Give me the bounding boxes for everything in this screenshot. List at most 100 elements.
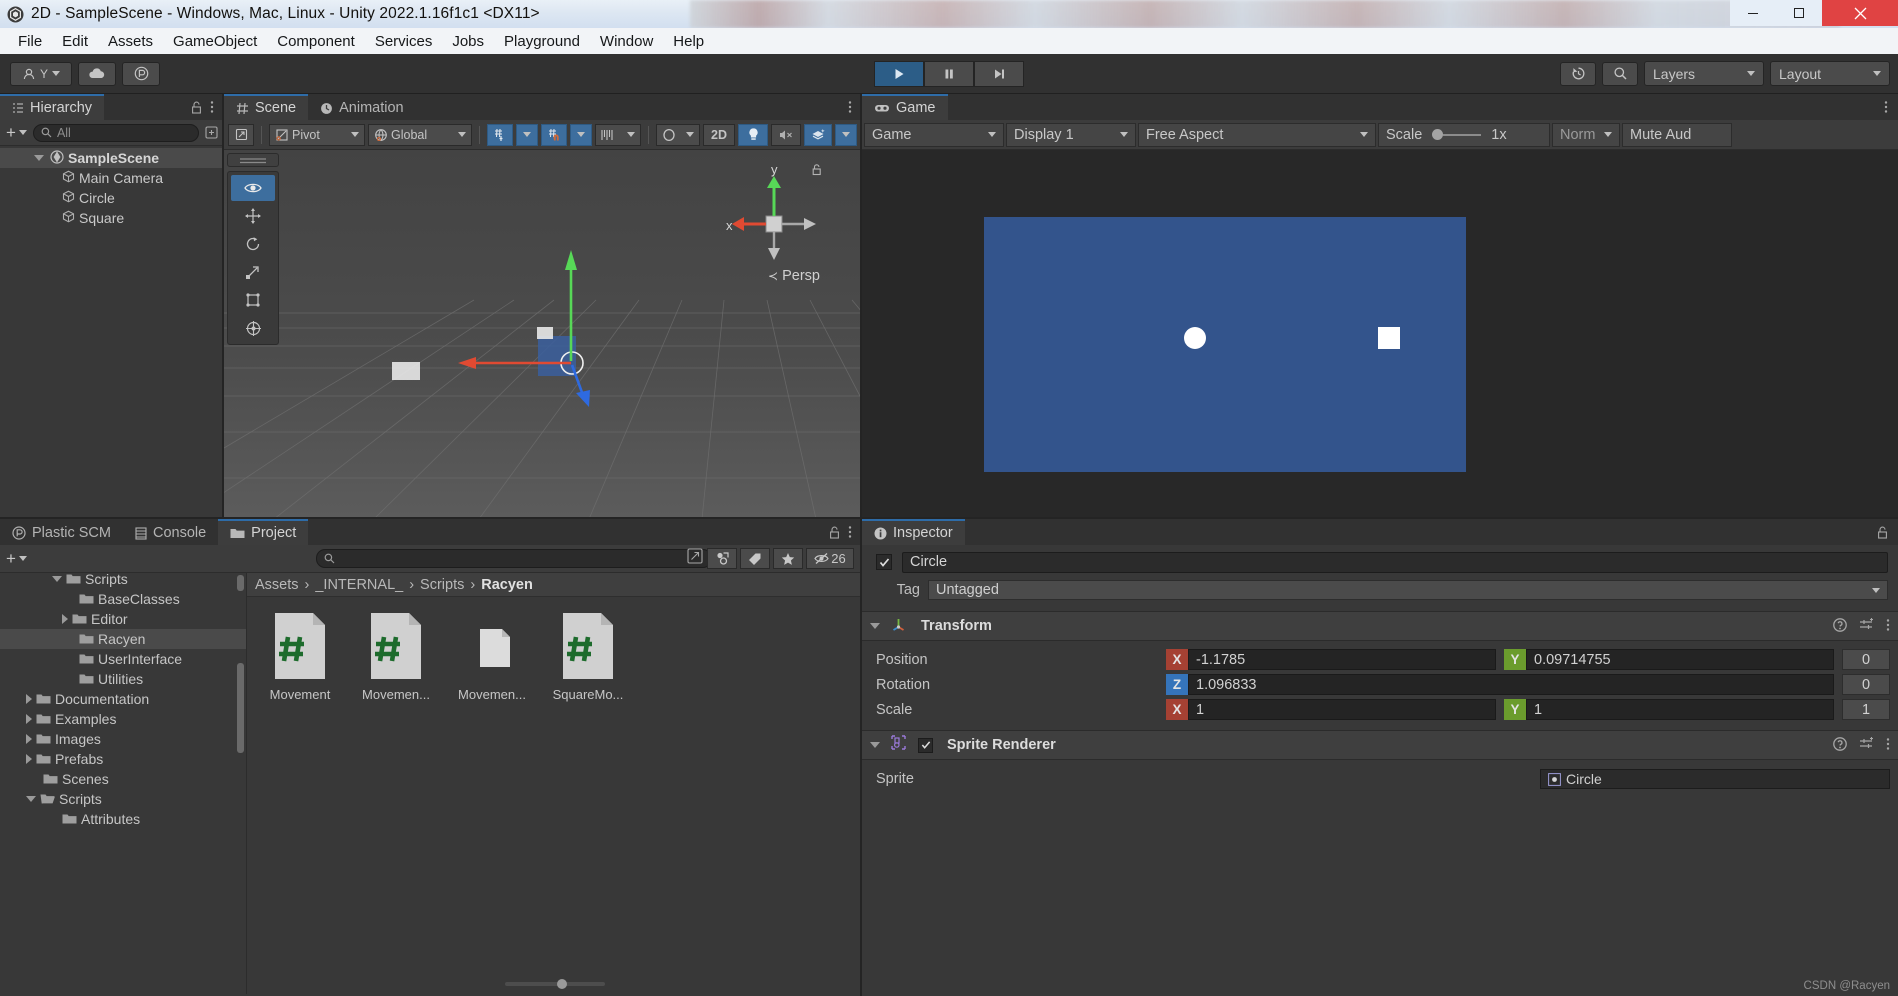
window-maximize-button[interactable]: [1776, 0, 1822, 26]
layers-dropdown[interactable]: Layers: [1644, 61, 1764, 86]
account-dropdown[interactable]: Y: [10, 61, 72, 86]
tree-item-prefabs[interactable]: Prefabs: [0, 749, 246, 769]
component-header-sprite-renderer[interactable]: Sprite Renderer: [862, 730, 1898, 760]
hierarchy-item-samplescene[interactable]: SampleScene: [0, 148, 224, 168]
tree-item-baseclasses[interactable]: BaseClasses: [0, 589, 246, 609]
project-menu-icon[interactable]: [848, 525, 852, 539]
menu-file[interactable]: File: [8, 31, 52, 52]
rotation-extra-input[interactable]: 0: [1842, 674, 1890, 695]
game-mute-audio-toggle[interactable]: Mute Aud: [1622, 122, 1732, 147]
transform-tool-button[interactable]: [231, 315, 275, 341]
scene-menu-icon[interactable]: [848, 100, 852, 114]
object-enabled-checkbox[interactable]: [876, 554, 892, 570]
scale-slider-track[interactable]: [1432, 129, 1482, 140]
tab-console[interactable]: Console: [123, 519, 218, 545]
filter-by-type-button[interactable]: [707, 548, 737, 569]
scale-x-input[interactable]: 1: [1188, 699, 1496, 720]
chevron-down-icon[interactable]: [34, 155, 44, 161]
position-y-input[interactable]: 0.09714755: [1526, 649, 1834, 670]
scene-viewport[interactable]: y x ≺ Persp: [224, 150, 862, 519]
chevron-right-icon[interactable]: [26, 694, 32, 704]
tab-plastic-scm[interactable]: Plastic SCM: [0, 519, 123, 545]
preset-icon[interactable]: [1859, 617, 1874, 635]
pivot-dropdown[interactable]: Pivot: [269, 123, 365, 146]
scene-perspective-label[interactable]: ≺ Persp: [768, 268, 820, 284]
chevron-down-icon[interactable]: [52, 576, 62, 582]
chevron-right-icon[interactable]: [26, 734, 32, 744]
tree-item-editor[interactable]: Editor: [0, 609, 246, 629]
scene-fx-dropdown[interactable]: [835, 123, 857, 146]
preset-icon[interactable]: [1859, 736, 1874, 754]
filter-by-label-button[interactable]: [740, 548, 770, 569]
menu-playground[interactable]: Playground: [494, 31, 590, 52]
hierarchy-item-main-camera[interactable]: Main Camera: [0, 168, 224, 188]
chevron-right-icon[interactable]: [26, 754, 32, 764]
chevron-right-icon[interactable]: [26, 714, 32, 724]
tree-scrollbar-up[interactable]: [237, 575, 244, 591]
tree-item-examples[interactable]: Examples: [0, 709, 246, 729]
position-z-input[interactable]: 0: [1842, 649, 1890, 670]
game-display-dropdown[interactable]: Display 1: [1006, 122, 1136, 147]
tree-item-scenes[interactable]: Scenes: [0, 769, 246, 789]
component-header-transform[interactable]: Transform: [862, 611, 1898, 641]
tree-item-documentation[interactable]: Documentation: [0, 689, 246, 709]
scene-lighting-toggle[interactable]: [738, 123, 768, 146]
play-button[interactable]: [874, 60, 924, 87]
asset-zoom-slider[interactable]: [504, 979, 605, 989]
hierarchy-menu-icon[interactable]: [210, 100, 214, 114]
scene-tools-handle[interactable]: [227, 153, 279, 167]
asset-item[interactable]: Movemen...: [451, 611, 533, 702]
2d-toggle[interactable]: 2D: [703, 123, 735, 146]
game-aspect-dropdown[interactable]: Free Aspect: [1138, 122, 1376, 147]
tag-dropdown[interactable]: Untagged: [928, 580, 1888, 600]
tree-item-attributes[interactable]: Attributes: [0, 809, 246, 829]
splitter-hierarchy-scene[interactable]: [222, 94, 224, 519]
sprite-object-field[interactable]: Circle: [1540, 769, 1890, 789]
tree-item-scripts[interactable]: Scripts: [0, 789, 246, 809]
help-icon[interactable]: [1833, 617, 1847, 635]
game-menu-icon[interactable]: [1884, 100, 1888, 114]
cloud-button[interactable]: [78, 61, 116, 86]
hidden-assets-count[interactable]: 26: [806, 548, 854, 569]
asset-zoom-knob[interactable]: [556, 979, 567, 989]
view-tool-button[interactable]: [231, 175, 275, 201]
splitter-center-right[interactable]: [860, 94, 862, 996]
tree-item-images[interactable]: Images: [0, 729, 246, 749]
window-close-button[interactable]: [1822, 0, 1898, 26]
game-viewport[interactable]: [862, 150, 1898, 519]
sprite-renderer-enabled-checkbox[interactable]: [918, 737, 933, 753]
breadcrumb-assets[interactable]: Assets: [255, 577, 299, 593]
lock-icon[interactable]: [829, 526, 840, 539]
chevron-down-icon[interactable]: [26, 796, 36, 802]
scale-tool-button[interactable]: [231, 259, 275, 285]
tab-animation[interactable]: Animation: [308, 94, 415, 120]
asset-item[interactable]: SquareMo...: [547, 611, 629, 702]
component-menu-icon[interactable]: [1886, 737, 1890, 754]
game-scale-slider[interactable]: Scale 1x: [1378, 122, 1550, 147]
menu-assets[interactable]: Assets: [98, 31, 163, 52]
scene-fx-toggle[interactable]: [804, 123, 832, 146]
tab-project[interactable]: Project: [218, 519, 309, 545]
hierarchy-search-input[interactable]: All: [32, 123, 199, 142]
scene-expand-button[interactable]: [228, 123, 254, 146]
menu-help[interactable]: Help: [663, 31, 714, 52]
menu-gameobject[interactable]: GameObject: [163, 31, 267, 52]
hierarchy-item-square[interactable]: Square: [0, 208, 224, 228]
search-icon-button[interactable]: [1602, 61, 1638, 86]
magnet-snap-dropdown[interactable]: [570, 123, 592, 146]
lock-icon[interactable]: [191, 101, 202, 114]
hierarchy-item-circle[interactable]: Circle: [0, 188, 224, 208]
game-vsync-dropdown[interactable]: Norma: [1552, 122, 1620, 147]
tree-item-racyen[interactable]: Racyen: [0, 629, 246, 649]
scale-z-input[interactable]: 1: [1842, 699, 1890, 720]
tab-scene[interactable]: Scene: [224, 94, 309, 120]
lock-icon[interactable]: [1877, 526, 1888, 539]
hierarchy-filter-icon[interactable]: [205, 126, 218, 139]
project-search-expand-button[interactable]: [686, 547, 704, 570]
shading-mode-dropdown[interactable]: [656, 123, 700, 146]
step-button[interactable]: [974, 60, 1024, 87]
scale-y-input[interactable]: 1: [1526, 699, 1834, 720]
component-menu-icon[interactable]: [1886, 618, 1890, 635]
breadcrumb-internal[interactable]: _INTERNAL_: [315, 577, 403, 593]
scene-audio-toggle[interactable]: [771, 123, 801, 146]
